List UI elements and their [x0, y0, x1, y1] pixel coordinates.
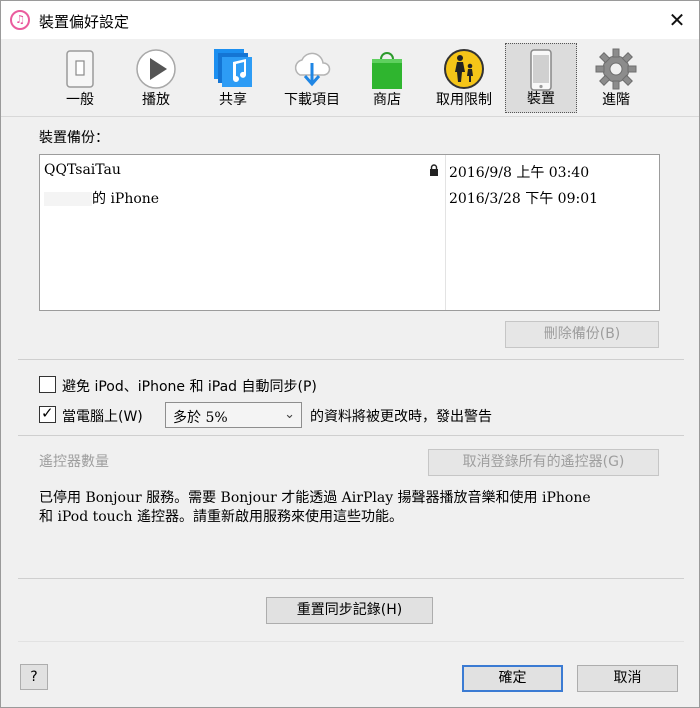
device-backups-list[interactable]: QQTsaiTau 2016/9/8 上午 03:40 的 iPhone 201…	[39, 154, 660, 311]
backup-device-name: QQTsaiTau	[44, 162, 121, 178]
tab-playback[interactable]: 播放	[125, 43, 187, 113]
warn-data-change-suffix: 的資料將被更改時，發出警告	[310, 409, 492, 425]
window-title: 裝置偏好設定	[39, 13, 130, 31]
tab-downloads[interactable]: 下載項目	[273, 43, 351, 113]
tab-store-label: 商店	[373, 92, 401, 108]
itunes-note-icon: ♫	[10, 10, 30, 30]
tab-playback-label: 播放	[142, 92, 170, 108]
tab-devices-label: 裝置	[527, 91, 555, 107]
chevron-down-icon: ⌄	[284, 407, 295, 422]
tab-store[interactable]: 商店	[359, 43, 415, 113]
divider	[18, 641, 684, 642]
lock-icon	[430, 164, 438, 176]
warn-data-change-label[interactable]: 當電腦上(W)	[62, 406, 143, 426]
divider	[18, 578, 684, 579]
backup-row[interactable]: QQTsaiTau 2016/9/8 上午 03:40	[40, 157, 659, 183]
preferences-toolbar: 一般 播放 共享 下載項目 商店 取用限制 裝置 進階	[1, 39, 699, 117]
delete-backup-button[interactable]: 刪除備份(B)	[505, 321, 659, 348]
backup-date: 2016/9/8 上午 03:40	[449, 165, 590, 181]
tab-advanced[interactable]: 進階	[585, 43, 647, 113]
help-button[interactable]: ?	[20, 664, 48, 690]
redacted-name	[44, 192, 92, 206]
warn-threshold-dropdown[interactable]: 多於 5% ⌄	[165, 402, 302, 428]
cloud-download-icon	[294, 52, 331, 87]
tab-sharing-label: 共享	[219, 92, 247, 108]
remotes-count-label: 遙控器數量	[39, 454, 109, 470]
prevent-auto-sync-checkbox[interactable]	[39, 376, 56, 393]
tab-general[interactable]: 一般	[49, 43, 111, 113]
backup-date: 2016/3/28 下午 09:01	[449, 191, 599, 207]
prevent-auto-sync-label[interactable]: 避免 iPod、iPhone 和 iPad 自動同步(P)	[62, 376, 317, 396]
close-button[interactable]: ✕	[655, 1, 699, 39]
tab-devices[interactable]: 裝置	[505, 43, 577, 113]
forget-all-remotes-button[interactable]: 取消登錄所有的遙控器(G)	[428, 449, 659, 476]
warn-data-change-checkbox[interactable]	[39, 404, 56, 423]
tab-restrictions[interactable]: 取用限制	[425, 43, 503, 113]
bonjour-notice-line1: 已停用 Bonjour 服務。需要 Bonjour 才能透過 AirPlay 揚…	[39, 490, 591, 506]
parental-controls-icon	[444, 49, 484, 89]
general-switch-icon	[66, 50, 94, 88]
divider	[18, 435, 684, 436]
tab-sharing[interactable]: 共享	[201, 43, 265, 113]
ok-button[interactable]: 確定	[462, 665, 563, 692]
divider	[18, 359, 684, 360]
iphone-device-icon	[530, 49, 552, 91]
backup-row[interactable]: 的 iPhone 2016/3/28 下午 09:01	[40, 183, 659, 209]
reset-sync-history-button[interactable]: 重置同步記錄(H)	[266, 597, 433, 624]
tab-downloads-label: 下載項目	[284, 92, 340, 108]
cancel-button[interactable]: 取消	[577, 665, 678, 692]
backup-device-name-suffix: 的 iPhone	[92, 191, 160, 207]
tab-general-label: 一般	[66, 92, 94, 108]
device-backups-label: 裝置備份：	[39, 130, 109, 146]
title-bar: ♫ 裝置偏好設定 ✕	[1, 1, 699, 39]
backup-device-name: 的 iPhone	[44, 188, 159, 208]
tab-advanced-label: 進階	[602, 92, 630, 108]
play-icon	[136, 49, 176, 89]
gear-icon	[595, 48, 637, 90]
sharing-music-icon	[214, 49, 252, 87]
warn-threshold-value: 多於 5%	[173, 410, 228, 426]
tab-restrictions-label: 取用限制	[436, 92, 492, 108]
store-bag-icon	[372, 52, 402, 89]
preferences-window: ♫ 裝置偏好設定 ✕ 一般 播放 共享 下載項目 商店 取用限制 裝置 進階 裝…	[0, 0, 700, 708]
bonjour-notice-line2: 和 iPod touch 遙控器。請重新啟用服務來使用這些功能。	[39, 509, 403, 525]
